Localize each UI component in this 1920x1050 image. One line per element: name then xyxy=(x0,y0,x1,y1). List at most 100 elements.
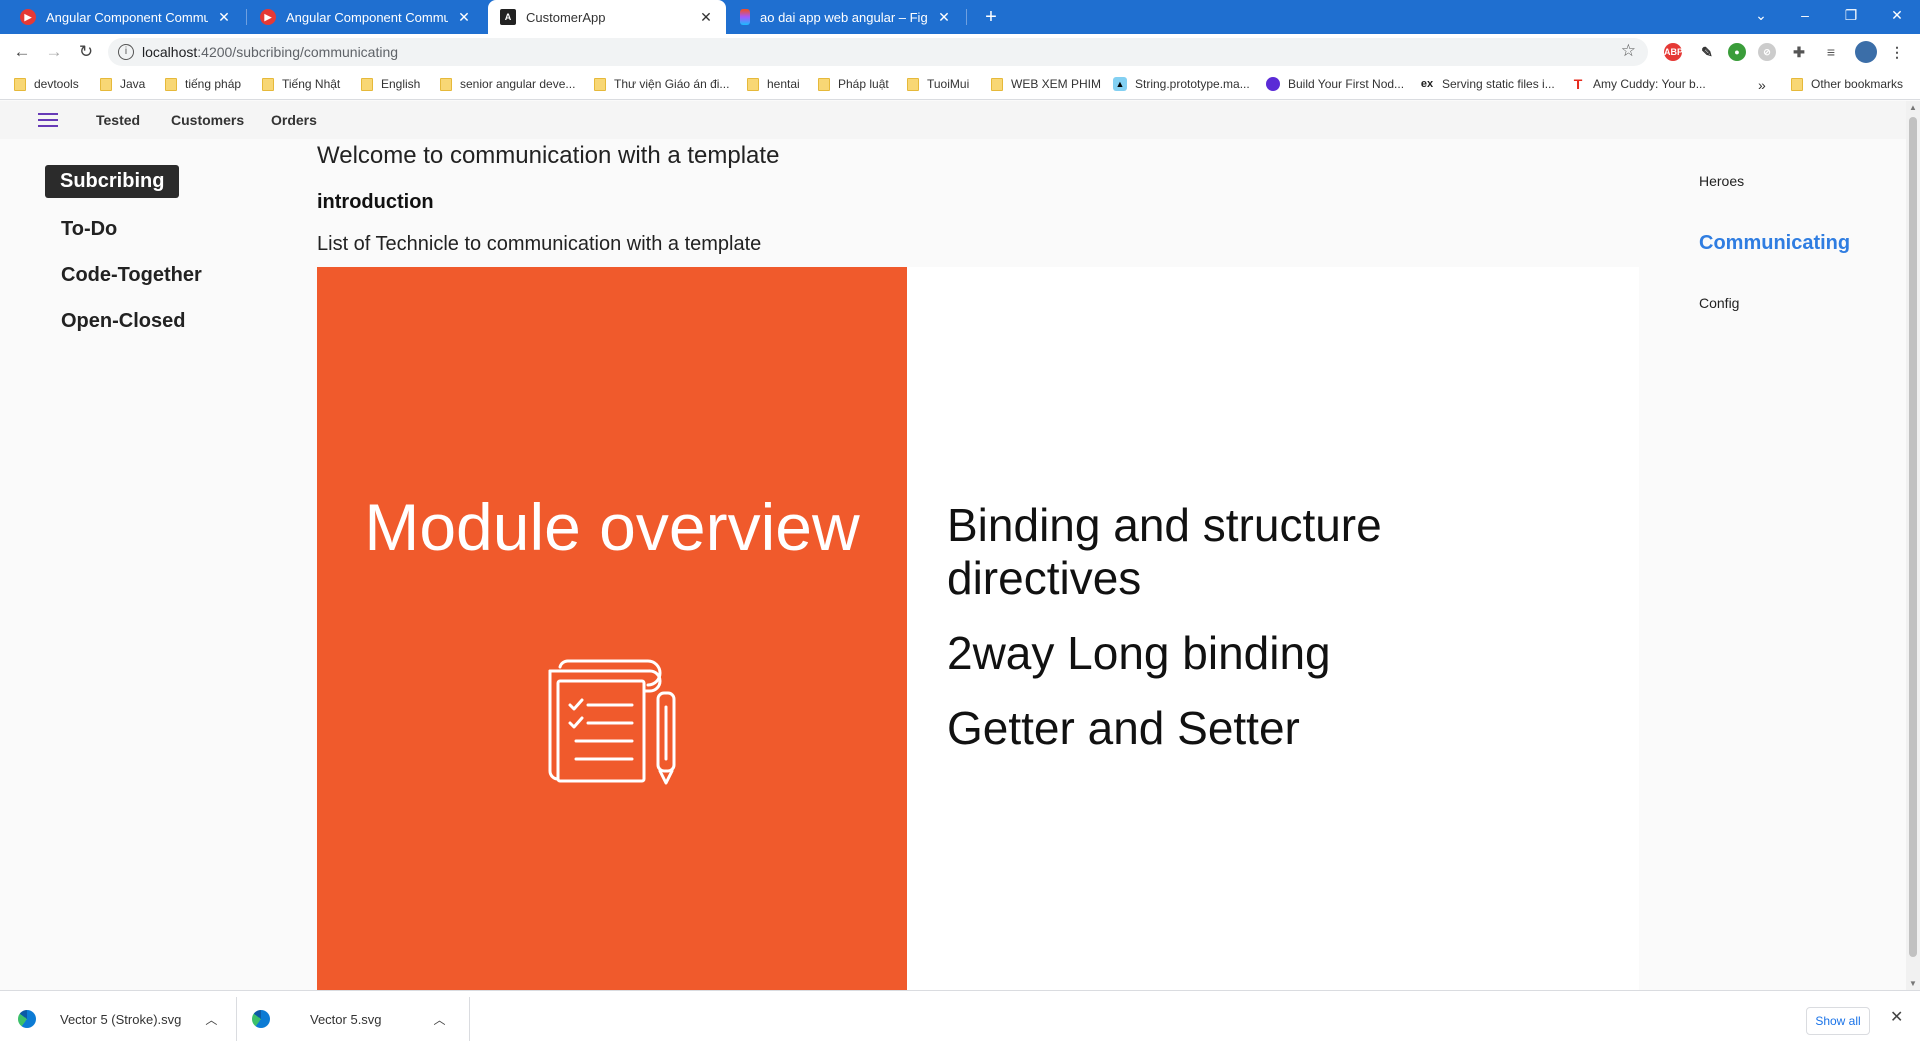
adblock-icon[interactable]: ABP xyxy=(1664,43,1683,61)
bookmark-item[interactable]: hentai xyxy=(747,77,800,91)
download-item[interactable]: Vector 5 (Stroke).svg ︿ xyxy=(0,991,234,1047)
sidebar-item-to-do[interactable]: To-Do xyxy=(61,218,117,241)
sidebar-item-subcribing[interactable]: Subcribing xyxy=(45,165,180,198)
close-icon[interactable]: ✕ xyxy=(1890,1007,1903,1027)
reading-list-icon[interactable]: ≡ xyxy=(1822,43,1840,61)
slide-title: Module overview xyxy=(364,490,860,564)
profile-avatar-icon[interactable] xyxy=(1855,41,1877,63)
extension-globe-icon[interactable]: ● xyxy=(1728,43,1746,61)
extensions-puzzle-icon[interactable]: ✚ xyxy=(1790,43,1808,61)
sidebar-item-open-closed[interactable]: Open-Closed xyxy=(61,310,185,333)
back-icon[interactable]: ← xyxy=(10,40,34,64)
menu-kebab-icon[interactable]: ⋮ xyxy=(1888,43,1906,61)
bookmark-label: Other bookmarks xyxy=(1811,77,1904,91)
minimize-icon[interactable]: – xyxy=(1782,0,1828,30)
bookmark-item[interactable]: tiếng pháp xyxy=(165,77,241,91)
nav-link-customers[interactable]: Customers xyxy=(171,112,244,128)
express-icon: ex xyxy=(1420,78,1434,90)
bookmarks-overflow-button[interactable]: » xyxy=(1758,77,1766,93)
reload-icon[interactable]: ↻ xyxy=(74,40,98,64)
bookmark-label: hentai xyxy=(767,77,800,91)
browser-toolbar: ← → ↻ i localhost:4200/subcribing/commun… xyxy=(0,34,1920,70)
angular-favicon-icon: A xyxy=(500,9,516,25)
new-tab-button[interactable]: + xyxy=(978,5,1004,29)
bookmark-item[interactable]: ex Serving static files i... xyxy=(1420,77,1555,91)
right-nav-config[interactable]: Config xyxy=(1699,295,1739,311)
folder-icon xyxy=(262,77,274,91)
tab-title: ao dai app web angular – Figma xyxy=(760,9,928,25)
hamburger-menu-icon[interactable] xyxy=(38,113,58,127)
bookmark-item[interactable]: Thư viện Giáo án đi... xyxy=(594,77,729,91)
close-icon[interactable]: ✕ xyxy=(698,9,714,26)
right-nav-heroes[interactable]: Heroes xyxy=(1699,173,1744,189)
window-close-icon[interactable]: ✕ xyxy=(1874,0,1920,30)
extension-disabled-icon[interactable]: ⊘ xyxy=(1758,43,1776,61)
browser-tab[interactable]: ao dai app web angular – Figma ✕ xyxy=(728,0,964,34)
bookmark-label: Java xyxy=(120,77,146,91)
bookmark-item[interactable]: English xyxy=(361,77,420,91)
ted-icon: T xyxy=(1573,76,1583,92)
folder-icon xyxy=(747,77,759,91)
url-path: :4200/subcribing/communicating xyxy=(197,44,399,60)
bookmark-item[interactable]: T Amy Cuddy: Your b... xyxy=(1571,77,1706,91)
bookmark-item[interactable]: ▲ String.prototype.ma... xyxy=(1113,77,1250,91)
section-heading: introduction xyxy=(317,191,434,213)
site-info-icon[interactable]: i xyxy=(118,44,134,60)
figma-favicon-icon xyxy=(740,9,750,25)
bookmark-item[interactable]: WEB XEM PHIM xyxy=(991,77,1101,91)
right-nav-communicating[interactable]: Communicating xyxy=(1699,232,1850,255)
browser-tab[interactable]: ▶ Angular Component Communica ✕ xyxy=(248,0,484,34)
mdn-icon: ▲ xyxy=(1113,77,1127,91)
page-content: Tested Customers Orders Subcribing To-Do… xyxy=(0,101,1906,990)
chevron-up-icon[interactable]: ︿ xyxy=(205,1011,217,1028)
scroll-up-arrow-icon[interactable]: ▲ xyxy=(1908,103,1918,112)
close-icon[interactable]: ✕ xyxy=(456,9,472,26)
folder-icon xyxy=(991,77,1003,91)
chevron-up-icon[interactable]: ︿ xyxy=(434,1011,446,1028)
browser-tab-active[interactable]: A CustomerApp ✕ xyxy=(488,0,726,34)
video-favicon-icon: ▶ xyxy=(260,9,276,25)
nav-link-orders[interactable]: Orders xyxy=(271,112,317,128)
module-overview-slide: Module overview Binding and structure di… xyxy=(317,267,1639,990)
download-item[interactable]: Vector 5.svg ︿ xyxy=(234,991,468,1047)
url-text[interactable]: localhost:4200/subcribing/communicating xyxy=(142,44,398,60)
slide-bullet: 2way Long binding xyxy=(947,627,1331,679)
close-icon[interactable]: ✕ xyxy=(936,9,952,26)
bookmark-label: senior angular deve... xyxy=(460,77,576,91)
tab-divider xyxy=(966,9,967,25)
bookmark-star-icon[interactable]: ☆ xyxy=(1621,41,1636,61)
list-heading: List of Technicle to communication with … xyxy=(317,233,762,255)
bookmark-item[interactable]: Tiếng Nhật xyxy=(262,77,340,91)
browser-tab[interactable]: ▶ Angular Component Communica ✕ xyxy=(8,0,244,34)
bookmark-item[interactable]: Pháp luật xyxy=(818,77,889,91)
nav-link-tested[interactable]: Tested xyxy=(96,112,140,128)
bookmark-label: String.prototype.ma... xyxy=(1135,77,1250,91)
browser-tab-strip: ▶ Angular Component Communica ✕ ▶ Angula… xyxy=(0,0,1920,34)
folder-icon xyxy=(440,77,452,91)
other-bookmarks[interactable]: Other bookmarks xyxy=(1791,77,1903,91)
bookmark-label: Thư viện Giáo án đi... xyxy=(614,77,730,91)
bookmark-item[interactable]: devtools xyxy=(14,77,79,91)
bookmark-item[interactable]: Java xyxy=(100,77,145,91)
forward-icon[interactable]: → xyxy=(42,40,66,64)
download-filename: Vector 5 (Stroke).svg xyxy=(60,1011,182,1027)
tab-search-icon[interactable]: ⌄ xyxy=(1738,0,1784,30)
sidebar-item-code-together[interactable]: Code-Together xyxy=(61,264,202,287)
bookmark-item[interactable]: senior angular deve... xyxy=(440,77,575,91)
bookmark-item[interactable]: Build Your First Nod... xyxy=(1266,77,1404,91)
bookmark-item[interactable]: TuoiMui xyxy=(907,77,969,91)
bookmark-label: Amy Cuddy: Your b... xyxy=(1593,77,1706,91)
page-scrollbar[interactable]: ▲ ▼ xyxy=(1906,101,1920,990)
folder-icon xyxy=(907,77,919,91)
checklist-notepad-icon xyxy=(548,659,676,785)
bookmark-label: devtools xyxy=(34,77,79,91)
eyedropper-icon[interactable]: ✎ xyxy=(1698,43,1716,61)
scrollbar-thumb[interactable] xyxy=(1909,117,1917,957)
restore-icon[interactable]: ❐ xyxy=(1828,0,1874,30)
scroll-down-arrow-icon[interactable]: ▼ xyxy=(1908,979,1918,988)
show-all-button[interactable]: Show all xyxy=(1806,1007,1870,1035)
slide-bullet: Binding and structure directives xyxy=(947,499,1382,604)
download-divider xyxy=(469,997,470,1041)
address-bar[interactable]: i localhost:4200/subcribing/communicatin… xyxy=(108,38,1648,66)
close-icon[interactable]: ✕ xyxy=(216,9,232,26)
